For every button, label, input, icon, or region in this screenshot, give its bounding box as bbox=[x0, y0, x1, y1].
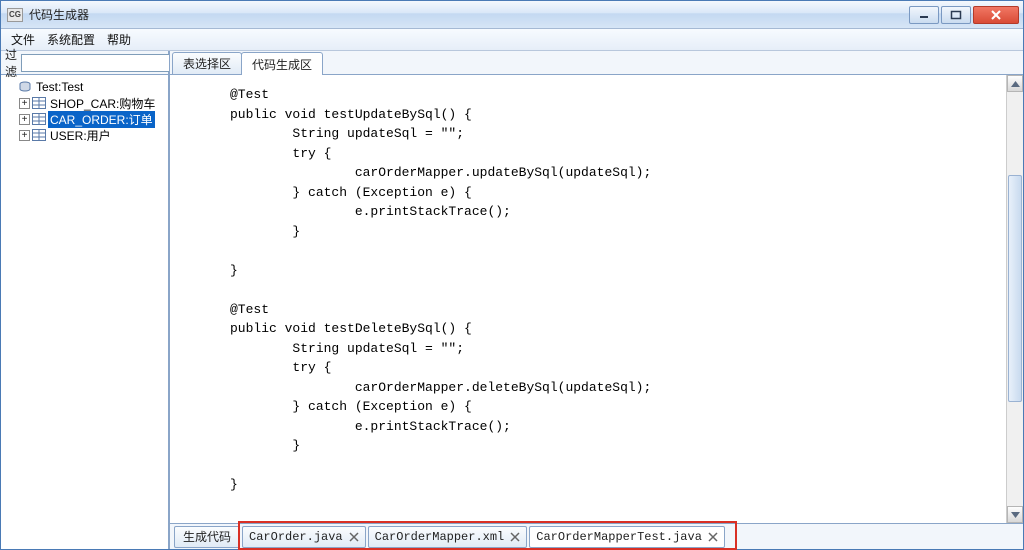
top-tab[interactable]: 表选择区 bbox=[172, 52, 242, 74]
expand-icon[interactable]: + bbox=[19, 114, 30, 125]
close-button[interactable] bbox=[973, 6, 1019, 24]
code-editor[interactable]: @Test public void testUpdateBySql() { St… bbox=[170, 75, 1023, 523]
filter-input[interactable] bbox=[21, 54, 182, 72]
expand-icon[interactable]: + bbox=[19, 98, 30, 109]
scroll-thumb[interactable] bbox=[1008, 175, 1022, 403]
close-tab-icon[interactable] bbox=[349, 532, 359, 542]
minimize-icon bbox=[918, 10, 930, 20]
file-tab[interactable]: CarOrderMapper.xml bbox=[368, 526, 528, 548]
file-tab[interactable]: CarOrder.java bbox=[242, 526, 366, 548]
top-tab[interactable]: 代码生成区 bbox=[241, 52, 323, 75]
maximize-button[interactable] bbox=[941, 6, 971, 24]
expander-placeholder bbox=[5, 82, 16, 93]
bottom-file-tabs: 生成代码 CarOrder.java CarOrderMapper.xml CarO… bbox=[170, 523, 1023, 549]
tree-root-label: Test:Test bbox=[34, 80, 85, 94]
generate-code-label[interactable]: 生成代码 bbox=[174, 526, 240, 548]
top-tabs: 表选择区代码生成区 bbox=[170, 51, 1023, 75]
table-icon bbox=[32, 113, 46, 125]
menu-system-config[interactable]: 系统配置 bbox=[41, 29, 101, 50]
tree-item-label: CAR_ORDER:订单 bbox=[48, 111, 155, 128]
sidebar: 过滤 Test:Test +SHOP_CAR:购物车+CAR_ORDER:订单+… bbox=[1, 51, 169, 549]
file-tab[interactable]: CarOrderMapperTest.java bbox=[529, 526, 725, 548]
menu-help[interactable]: 帮助 bbox=[101, 29, 137, 50]
chevron-down-icon bbox=[1011, 512, 1020, 518]
menubar: 文件 系统配置 帮助 bbox=[1, 29, 1023, 51]
chevron-up-icon bbox=[1011, 81, 1020, 87]
tree-item[interactable]: + USER:用户 bbox=[3, 127, 166, 143]
db-tree: Test:Test + SHOP_CAR:购物车 + CAR_ORDER:订单 + USE… bbox=[1, 75, 168, 549]
table-icon bbox=[32, 97, 46, 109]
app-icon: CG bbox=[7, 8, 23, 22]
expand-icon[interactable]: + bbox=[19, 130, 30, 141]
minimize-button[interactable] bbox=[909, 6, 939, 24]
maximize-icon bbox=[950, 10, 962, 20]
window-title: 代码生成器 bbox=[29, 6, 89, 23]
body: 过滤 Test:Test +SHOP_CAR:购物车+CAR_ORDER:订单+… bbox=[1, 51, 1023, 549]
close-icon bbox=[989, 10, 1003, 20]
window-root: CG 代码生成器 文件 系统配置 帮助 过滤 bbox=[0, 0, 1024, 550]
file-tab-label: CarOrderMapper.xml bbox=[375, 530, 505, 544]
tree-item-label: SHOP_CAR:购物车 bbox=[48, 95, 157, 112]
scroll-down-button[interactable] bbox=[1007, 506, 1023, 523]
tree-item[interactable]: + SHOP_CAR:购物车 bbox=[3, 95, 166, 111]
file-tab-label: CarOrderMapperTest.java bbox=[536, 530, 702, 544]
close-tab-icon[interactable] bbox=[510, 532, 520, 542]
database-icon bbox=[18, 81, 32, 93]
scroll-up-button[interactable] bbox=[1007, 75, 1023, 92]
filter-row: 过滤 bbox=[1, 51, 168, 75]
tree-item[interactable]: + CAR_ORDER:订单 bbox=[3, 111, 166, 127]
tree-root[interactable]: Test:Test bbox=[3, 79, 166, 95]
vertical-scrollbar[interactable] bbox=[1006, 75, 1023, 523]
code-content: @Test public void testUpdateBySql() { St… bbox=[170, 85, 1023, 495]
close-tab-icon[interactable] bbox=[708, 532, 718, 542]
titlebar: CG 代码生成器 bbox=[1, 1, 1023, 29]
scroll-track[interactable] bbox=[1007, 92, 1023, 506]
file-tab-label: CarOrder.java bbox=[249, 530, 343, 544]
table-icon bbox=[32, 129, 46, 141]
tree-item-label: USER:用户 bbox=[48, 127, 113, 144]
main-area: 表选择区代码生成区 @Test public void testUpdateBy… bbox=[169, 51, 1023, 549]
